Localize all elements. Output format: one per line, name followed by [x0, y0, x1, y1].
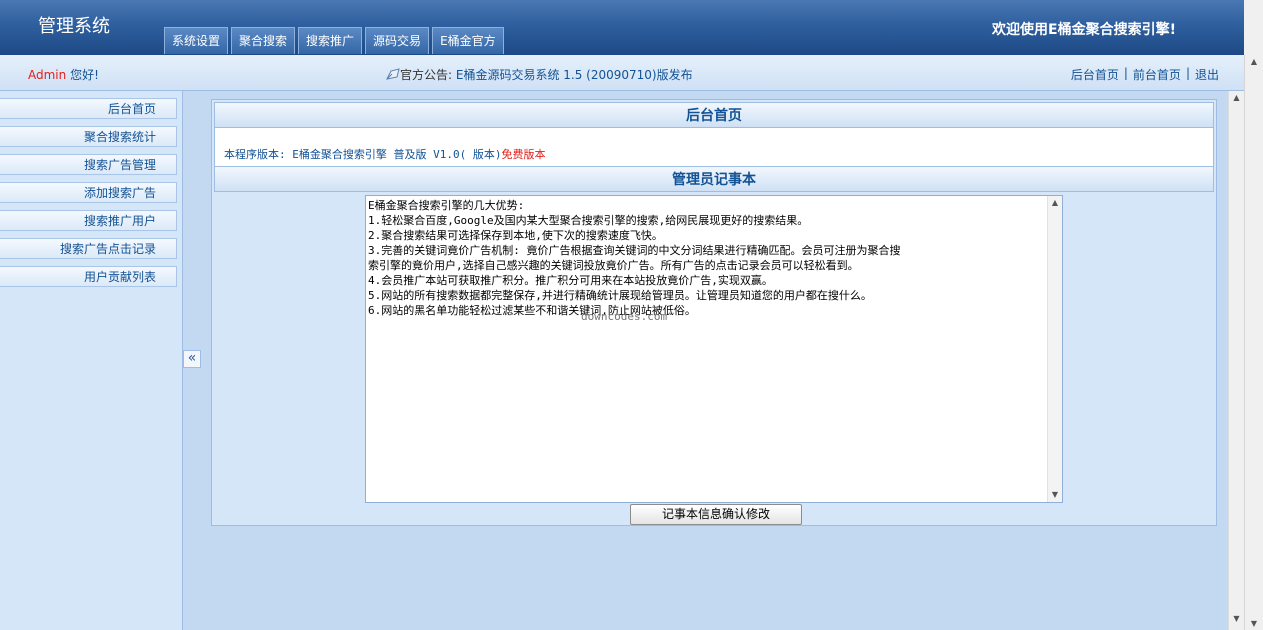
link-admin-home[interactable]: 后台首页	[1071, 66, 1119, 83]
notepad-line: 索引擎的竟价用户,选择自己感兴趣的关键词投放竟价广告。所有广告的点击记录会员可以…	[368, 259, 859, 272]
link-front-home[interactable]: 前台首页	[1133, 66, 1181, 83]
top-links: 后台首页 | 前台首页 | 退出	[1071, 66, 1219, 83]
version-text: 本程序版本: E桶金聚合搜索引擎 普及版 V1.0( 版本)	[224, 148, 502, 161]
tab-source-trade[interactable]: 源码交易	[365, 27, 430, 54]
admin-notepad-textarea[interactable]: E桶金聚合搜索引擎的几大优势: 1.轻松聚合百度,Google及国内某大型聚合搜…	[365, 195, 1063, 503]
notepad-line: 3.完善的关键词竟价广告机制: 竟价广告根据查询关键词的中文分词结果进行精确匹配…	[368, 244, 901, 257]
notepad-line: E桶金聚合搜索引擎的几大优势:	[368, 199, 525, 212]
tab-official-site[interactable]: E桶金官方	[432, 27, 504, 54]
sidebar-item-search-stats[interactable]: 聚合搜索统计	[0, 126, 177, 147]
notepad-line: 4.会员推广本站可获取推广积分。推广积分可用来在本站投放竟价广告,实现双赢。	[368, 274, 773, 287]
official-notice: 官方公告: E桶金源码交易系统 1.5 (20090710)版发布	[386, 66, 693, 83]
greeting-text: 您好!	[70, 68, 99, 82]
sidebar-item-add-ad[interactable]: 添加搜索广告	[0, 182, 177, 203]
sidebar-item-promo-users[interactable]: 搜索推广用户	[0, 210, 177, 231]
scroll-up-icon[interactable]: ▲	[1229, 93, 1244, 107]
scroll-down-icon[interactable]: ▼	[1229, 614, 1244, 628]
scroll-up-icon[interactable]: ▲	[1048, 196, 1062, 210]
tab-aggregate-search[interactable]: 聚合搜索	[231, 27, 296, 54]
sidebar-menu: 后台首页 聚合搜索统计 搜索广告管理 添加搜索广告 搜索推广用户 搜索广告点击记…	[0, 98, 177, 294]
sidebar: 后台首页 聚合搜索统计 搜索广告管理 添加搜索广告 搜索推广用户 搜索广告点击记…	[0, 91, 183, 630]
scroll-down-icon[interactable]: ▼	[1048, 488, 1062, 502]
app-logo: 管理系统	[38, 16, 110, 36]
notepad-line: 2.聚合搜索结果可选择保存到本地,使下次的搜索速度飞快。	[368, 229, 663, 242]
notepad-confirm-button[interactable]: 记事本信息确认修改	[630, 504, 802, 525]
version-row: 本程序版本: E桶金聚合搜索引擎 普及版 V1.0( 版本)免费版本	[214, 128, 1214, 166]
content-scrollbar[interactable]: ▲ ▼	[1228, 91, 1244, 630]
notepad-line: 6.网站的黑名单功能轻松过滤某些不和谐关键词,防止网站被低俗。	[368, 304, 696, 317]
watermark-text: downcodes.com	[581, 310, 668, 323]
scroll-up-icon[interactable]: ▲	[1247, 57, 1261, 66]
notepad-content: E桶金聚合搜索引擎的几大优势: 1.轻松聚合百度,Google及国内某大型聚合搜…	[368, 198, 1048, 318]
tab-search-promotion[interactable]: 搜索推广	[298, 27, 363, 54]
admin-name: Admin	[28, 68, 67, 82]
notepad-line: 5.网站的所有搜索数据都完整保存,并进行精确统计展现给管理员。让管理员知道您的用…	[368, 289, 872, 302]
notepad-line: 1.轻松聚合百度,Google及国内某大型聚合搜索引擎的搜索,给网民展现更好的搜…	[368, 214, 809, 227]
welcome-message: 欢迎使用E桶金聚合搜索引擎!	[992, 22, 1176, 38]
sidebar-item-ad-click-log[interactable]: 搜索广告点击记录	[0, 238, 177, 259]
main-panel: 后台首页 本程序版本: E桶金聚合搜索引擎 普及版 V1.0( 版本)免费版本 …	[211, 99, 1217, 526]
top-header: 管理系统 系统设置 聚合搜索 搜索推广 源码交易 E桶金官方 欢迎使用E桶金聚合…	[0, 0, 1244, 55]
sidebar-item-ad-management[interactable]: 搜索广告管理	[0, 154, 177, 175]
admin-greeting: Admin 您好!	[28, 66, 99, 83]
notice-icon	[386, 68, 400, 80]
sidebar-collapse-button[interactable]: «	[183, 350, 201, 368]
info-bar: Admin 您好! 官方公告: E桶金源码交易系统 1.5 (20090710)…	[0, 55, 1244, 91]
sidebar-item-admin-home[interactable]: 后台首页	[0, 98, 177, 119]
link-separator: |	[1123, 66, 1128, 80]
scroll-down-icon[interactable]: ▼	[1247, 619, 1261, 628]
notepad-scrollbar[interactable]: ▲ ▼	[1047, 196, 1062, 502]
notepad-title: 管理员记事本	[214, 166, 1214, 192]
version-info: 本程序版本: E桶金聚合搜索引擎 普及版 V1.0( 版本)免费版本	[224, 146, 545, 162]
notice-label: 官方公告:	[400, 68, 453, 82]
link-logout[interactable]: 退出	[1195, 66, 1219, 83]
page-title: 后台首页	[214, 102, 1214, 128]
sidebar-item-user-contribution[interactable]: 用户贡献列表	[0, 266, 177, 287]
window-edge	[1244, 0, 1263, 55]
top-nav-tabs: 系统设置 聚合搜索 搜索推广 源码交易 E桶金官方	[164, 27, 504, 54]
window-scrollbar[interactable]: ▲ ▼	[1244, 55, 1263, 630]
link-separator: |	[1185, 66, 1190, 80]
notice-value[interactable]: E桶金源码交易系统 1.5 (20090710)版发布	[456, 68, 693, 82]
tab-system-settings[interactable]: 系统设置	[164, 27, 229, 54]
free-edition-label: 免费版本	[501, 148, 546, 161]
